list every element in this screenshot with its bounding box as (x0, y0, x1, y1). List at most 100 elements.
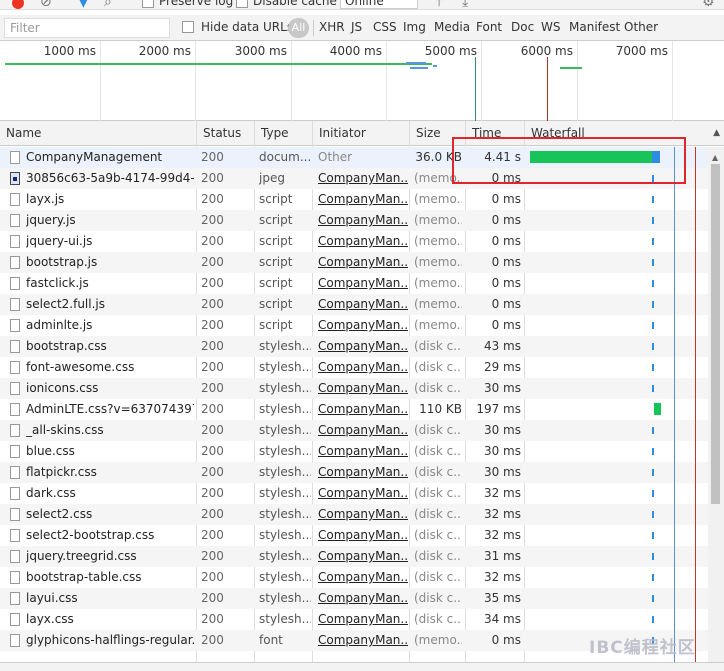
search-icon[interactable]: ⌕ (104, 0, 112, 9)
request-name: _all-skins.css (26, 423, 104, 437)
request-initiator[interactable]: CompanyMan... (318, 420, 408, 441)
overview-bar (410, 67, 428, 69)
request-initiator[interactable]: CompanyMan... (318, 399, 408, 420)
column-header-initiator[interactable]: Initiator (313, 121, 410, 146)
request-initiator[interactable]: CompanyMan... (318, 441, 408, 462)
filter-type-all[interactable]: All (288, 18, 309, 38)
filter-input[interactable] (4, 18, 170, 38)
table-row[interactable]: bootstrap.js 200 script CompanyMan... (memo.… (0, 252, 708, 273)
filter-type-media[interactable]: Media (434, 20, 470, 34)
filter-icon[interactable]: ▼ (78, 0, 89, 9)
request-status: 200 (201, 423, 224, 437)
request-status: 200 (201, 570, 224, 584)
table-row[interactable]: font-awesome.css 200 stylesh... CompanyMan.… (0, 357, 708, 378)
table-row[interactable]: dark.css 200 stylesh... CompanyMan... (disk … (0, 483, 708, 504)
preserve-log-checkbox[interactable] (142, 0, 154, 8)
request-type: stylesh... (259, 381, 311, 395)
table-row[interactable]: layx.css 200 stylesh... CompanyMan... (disk … (0, 609, 708, 630)
hide-data-urls-checkbox[interactable] (182, 21, 194, 33)
request-initiator[interactable]: CompanyMan... (318, 546, 408, 567)
throttle-select[interactable]: Online (340, 0, 418, 9)
table-scrollbar[interactable]: ▲ (708, 147, 724, 671)
file-icon (10, 529, 20, 542)
request-initiator[interactable]: CompanyMan... (318, 609, 408, 630)
request-initiator[interactable]: CompanyMan... (318, 525, 408, 546)
table-row[interactable]: ionicons.css 200 stylesh... CompanyMan... (d… (0, 378, 708, 399)
request-name: layx.js (26, 192, 65, 206)
request-initiator[interactable]: CompanyMan... (318, 273, 408, 294)
table-row[interactable]: select2-bootstrap.css 200 stylesh... Compan… (0, 525, 708, 546)
request-initiator[interactable]: CompanyMan... (318, 378, 408, 399)
table-row[interactable]: jquery.treegrid.css 200 stylesh... CompanyM… (0, 546, 708, 567)
filter-type-other[interactable]: Other (624, 20, 658, 34)
table-row[interactable]: jquery-ui.js 200 script CompanyMan... (memo.… (0, 231, 708, 252)
import-icon[interactable]: ⤒ (436, 0, 442, 9)
request-initiator[interactable]: CompanyMan... (318, 357, 408, 378)
file-icon (10, 445, 20, 458)
request-name: bootstrap.js (26, 255, 98, 269)
watermark: IBC编程社区 (589, 638, 696, 658)
request-name: adminlte.js (26, 318, 93, 332)
table-row[interactable]: bootstrap-table.css 200 stylesh... CompanyM… (0, 567, 708, 588)
request-initiator[interactable]: CompanyMan... (318, 483, 408, 504)
request-initiator[interactable]: CompanyMan... (318, 462, 408, 483)
waterfall-bar (652, 196, 654, 203)
request-initiator[interactable]: CompanyMan... (318, 210, 408, 231)
column-header-type[interactable]: Type (255, 121, 313, 146)
request-initiator[interactable]: CompanyMan... (318, 168, 408, 189)
request-name: CompanyManagement (26, 150, 163, 164)
request-initiator[interactable]: CompanyMan... (318, 231, 408, 252)
filter-type-ws[interactable]: WS (541, 20, 560, 34)
table-row[interactable]: blue.css 200 stylesh... CompanyMan... (disk … (0, 441, 708, 462)
column-header-status[interactable]: Status (197, 121, 255, 146)
table-row[interactable]: layx.js 200 script CompanyMan... (memo... 0 m… (0, 189, 708, 210)
table-row[interactable]: jquery.js 200 script CompanyMan... (memo... 0… (0, 210, 708, 231)
table-row[interactable]: bootstrap.css 200 stylesh... CompanyMan... (… (0, 336, 708, 357)
request-initiator[interactable]: CompanyMan... (318, 504, 408, 525)
column-header-name[interactable]: Name (0, 121, 197, 146)
waterfall-bar (652, 343, 654, 350)
request-initiator[interactable]: CompanyMan... (318, 567, 408, 588)
record-button[interactable] (12, 0, 24, 9)
request-initiator[interactable]: CompanyMan... (318, 294, 408, 315)
table-row[interactable]: fastclick.js 200 script CompanyMan... (memo.… (0, 273, 708, 294)
filter-type-css[interactable]: CSS (373, 20, 397, 34)
request-initiator[interactable]: CompanyMan... (318, 189, 408, 210)
request-type: stylesh... (259, 444, 311, 458)
disable-cache-checkbox[interactable] (236, 0, 248, 8)
request-type: stylesh... (259, 402, 311, 416)
filter-type-xhr[interactable]: XHR (319, 20, 345, 34)
request-status: 200 (201, 192, 224, 206)
export-icon[interactable]: ⤓ (462, 0, 468, 9)
request-initiator[interactable]: CompanyMan... (318, 315, 408, 336)
request-type: font (259, 633, 283, 647)
filter-type-doc[interactable]: Doc (511, 20, 534, 34)
clear-icon[interactable]: ⊘ (40, 0, 52, 9)
waterfall-bar (652, 217, 654, 224)
table-row[interactable]: _all-skins.css 200 stylesh... CompanyMan...… (0, 420, 708, 441)
table-row[interactable]: adminlte.js 200 script CompanyMan... (memo..… (0, 315, 708, 336)
tick-label: 3000 ms (234, 44, 287, 58)
table-row[interactable]: select2.full.js 200 script CompanyMan... (me… (0, 294, 708, 315)
filter-type-manifest[interactable]: Manifest (569, 20, 620, 34)
file-icon (10, 634, 20, 647)
request-initiator[interactable]: CompanyMan... (318, 588, 408, 609)
scroll-up-icon[interactable]: ▲ (712, 153, 718, 162)
table-row[interactable]: layui.css 200 stylesh... CompanyMan... (disk… (0, 588, 708, 609)
timeline-overview[interactable]: 1000 ms 2000 ms 3000 ms 4000 ms 5000 ms … (0, 41, 724, 121)
filter-type-js[interactable]: JS (351, 20, 362, 34)
filter-type-font[interactable]: Font (476, 20, 502, 34)
request-initiator[interactable]: CompanyMan... (318, 252, 408, 273)
request-size: (disk c... (414, 507, 462, 521)
request-initiator[interactable]: CompanyMan... (318, 336, 408, 357)
table-row[interactable]: AdminLTE.css?v=6370743975... 200 stylesh..… (0, 399, 708, 420)
request-initiator[interactable]: CompanyMan... (318, 630, 408, 651)
file-icon (10, 592, 20, 605)
request-status: 200 (201, 150, 224, 164)
file-icon (10, 508, 20, 521)
table-row[interactable]: select2.css 200 stylesh... CompanyMan... (di… (0, 504, 708, 525)
gear-icon[interactable]: ⚙ (702, 0, 715, 9)
table-row[interactable]: flatpickr.css 200 stylesh... CompanyMan... (… (0, 462, 708, 483)
filter-type-img[interactable]: Img (403, 20, 426, 34)
scroll-thumb[interactable] (711, 164, 720, 504)
